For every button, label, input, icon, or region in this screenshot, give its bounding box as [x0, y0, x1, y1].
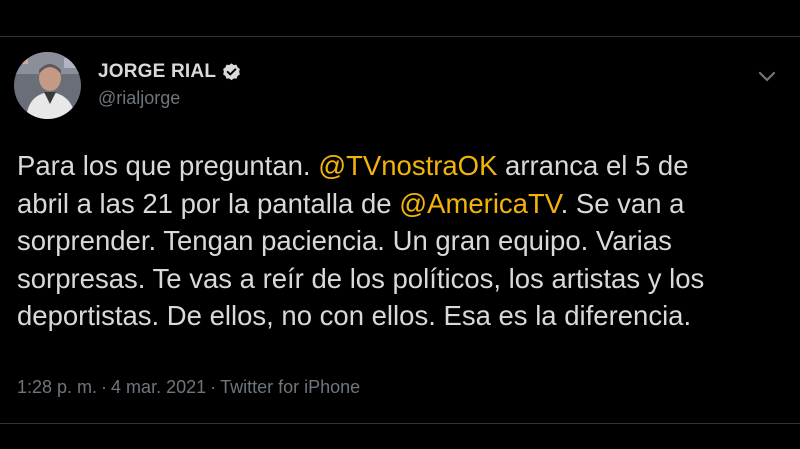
mention-link[interactable]: @AmericaTV	[399, 188, 560, 219]
tweet-time[interactable]: 1:28 p. m.	[17, 377, 97, 397]
text-segment: abril a las 21 por la pantalla de	[17, 187, 400, 219]
text-segment: sorprender. Tengan paciencia. Un gran eq…	[17, 225, 672, 256]
verified-badge-icon	[221, 62, 242, 83]
meta-separator: ·	[101, 377, 108, 397]
tweet-text-line: abril a las 21 por la pantalla de @Ameri…	[17, 185, 792, 223]
tweet-meta: 1:28 p. m. · 4 mar. 2021 · Twitter for iPhon…	[17, 377, 360, 398]
text-segment: Para los que preguntan.	[17, 150, 319, 181]
text-segment: sorpresas. Te vas a reír de los político…	[17, 262, 705, 294]
tweet-text-line: sorpresas. Te vas a reír de los político…	[17, 260, 792, 298]
name-row: JORGE RIAL	[98, 60, 242, 84]
tweet-text-line: Para los que preguntan. @TVnostraOK arra…	[17, 147, 792, 185]
tweet-source[interactable]: Twitter for iPhone	[220, 377, 360, 397]
tweet-text-line: deportistas. De ellos, no con ellos. Esa…	[17, 297, 792, 335]
tweet-text-line: sorprender. Tengan paciencia. Un gran eq…	[17, 222, 792, 260]
meta-separator: ·	[210, 377, 217, 397]
tweet-date[interactable]: 4 mar. 2021	[111, 377, 206, 397]
text-segment: arranca el 5 de	[497, 150, 689, 181]
bottom-divider	[0, 423, 800, 424]
author-display-name[interactable]: JORGE RIAL	[98, 61, 216, 83]
tweet-text: Para los que preguntan. @TVnostraOK arra…	[17, 147, 792, 335]
mention-link[interactable]: @TVnostraOK	[318, 150, 497, 181]
top-divider	[0, 36, 800, 37]
text-segment: . Se van a	[560, 187, 685, 219]
tweet-header: JORGE RIAL @rialjorge	[98, 60, 242, 109]
chevron-down-icon[interactable]	[756, 65, 778, 87]
author-handle[interactable]: @rialjorge	[98, 88, 242, 109]
avatar[interactable]	[14, 52, 81, 119]
text-segment: deportistas. De ellos, no con ellos. Esa…	[17, 300, 692, 331]
